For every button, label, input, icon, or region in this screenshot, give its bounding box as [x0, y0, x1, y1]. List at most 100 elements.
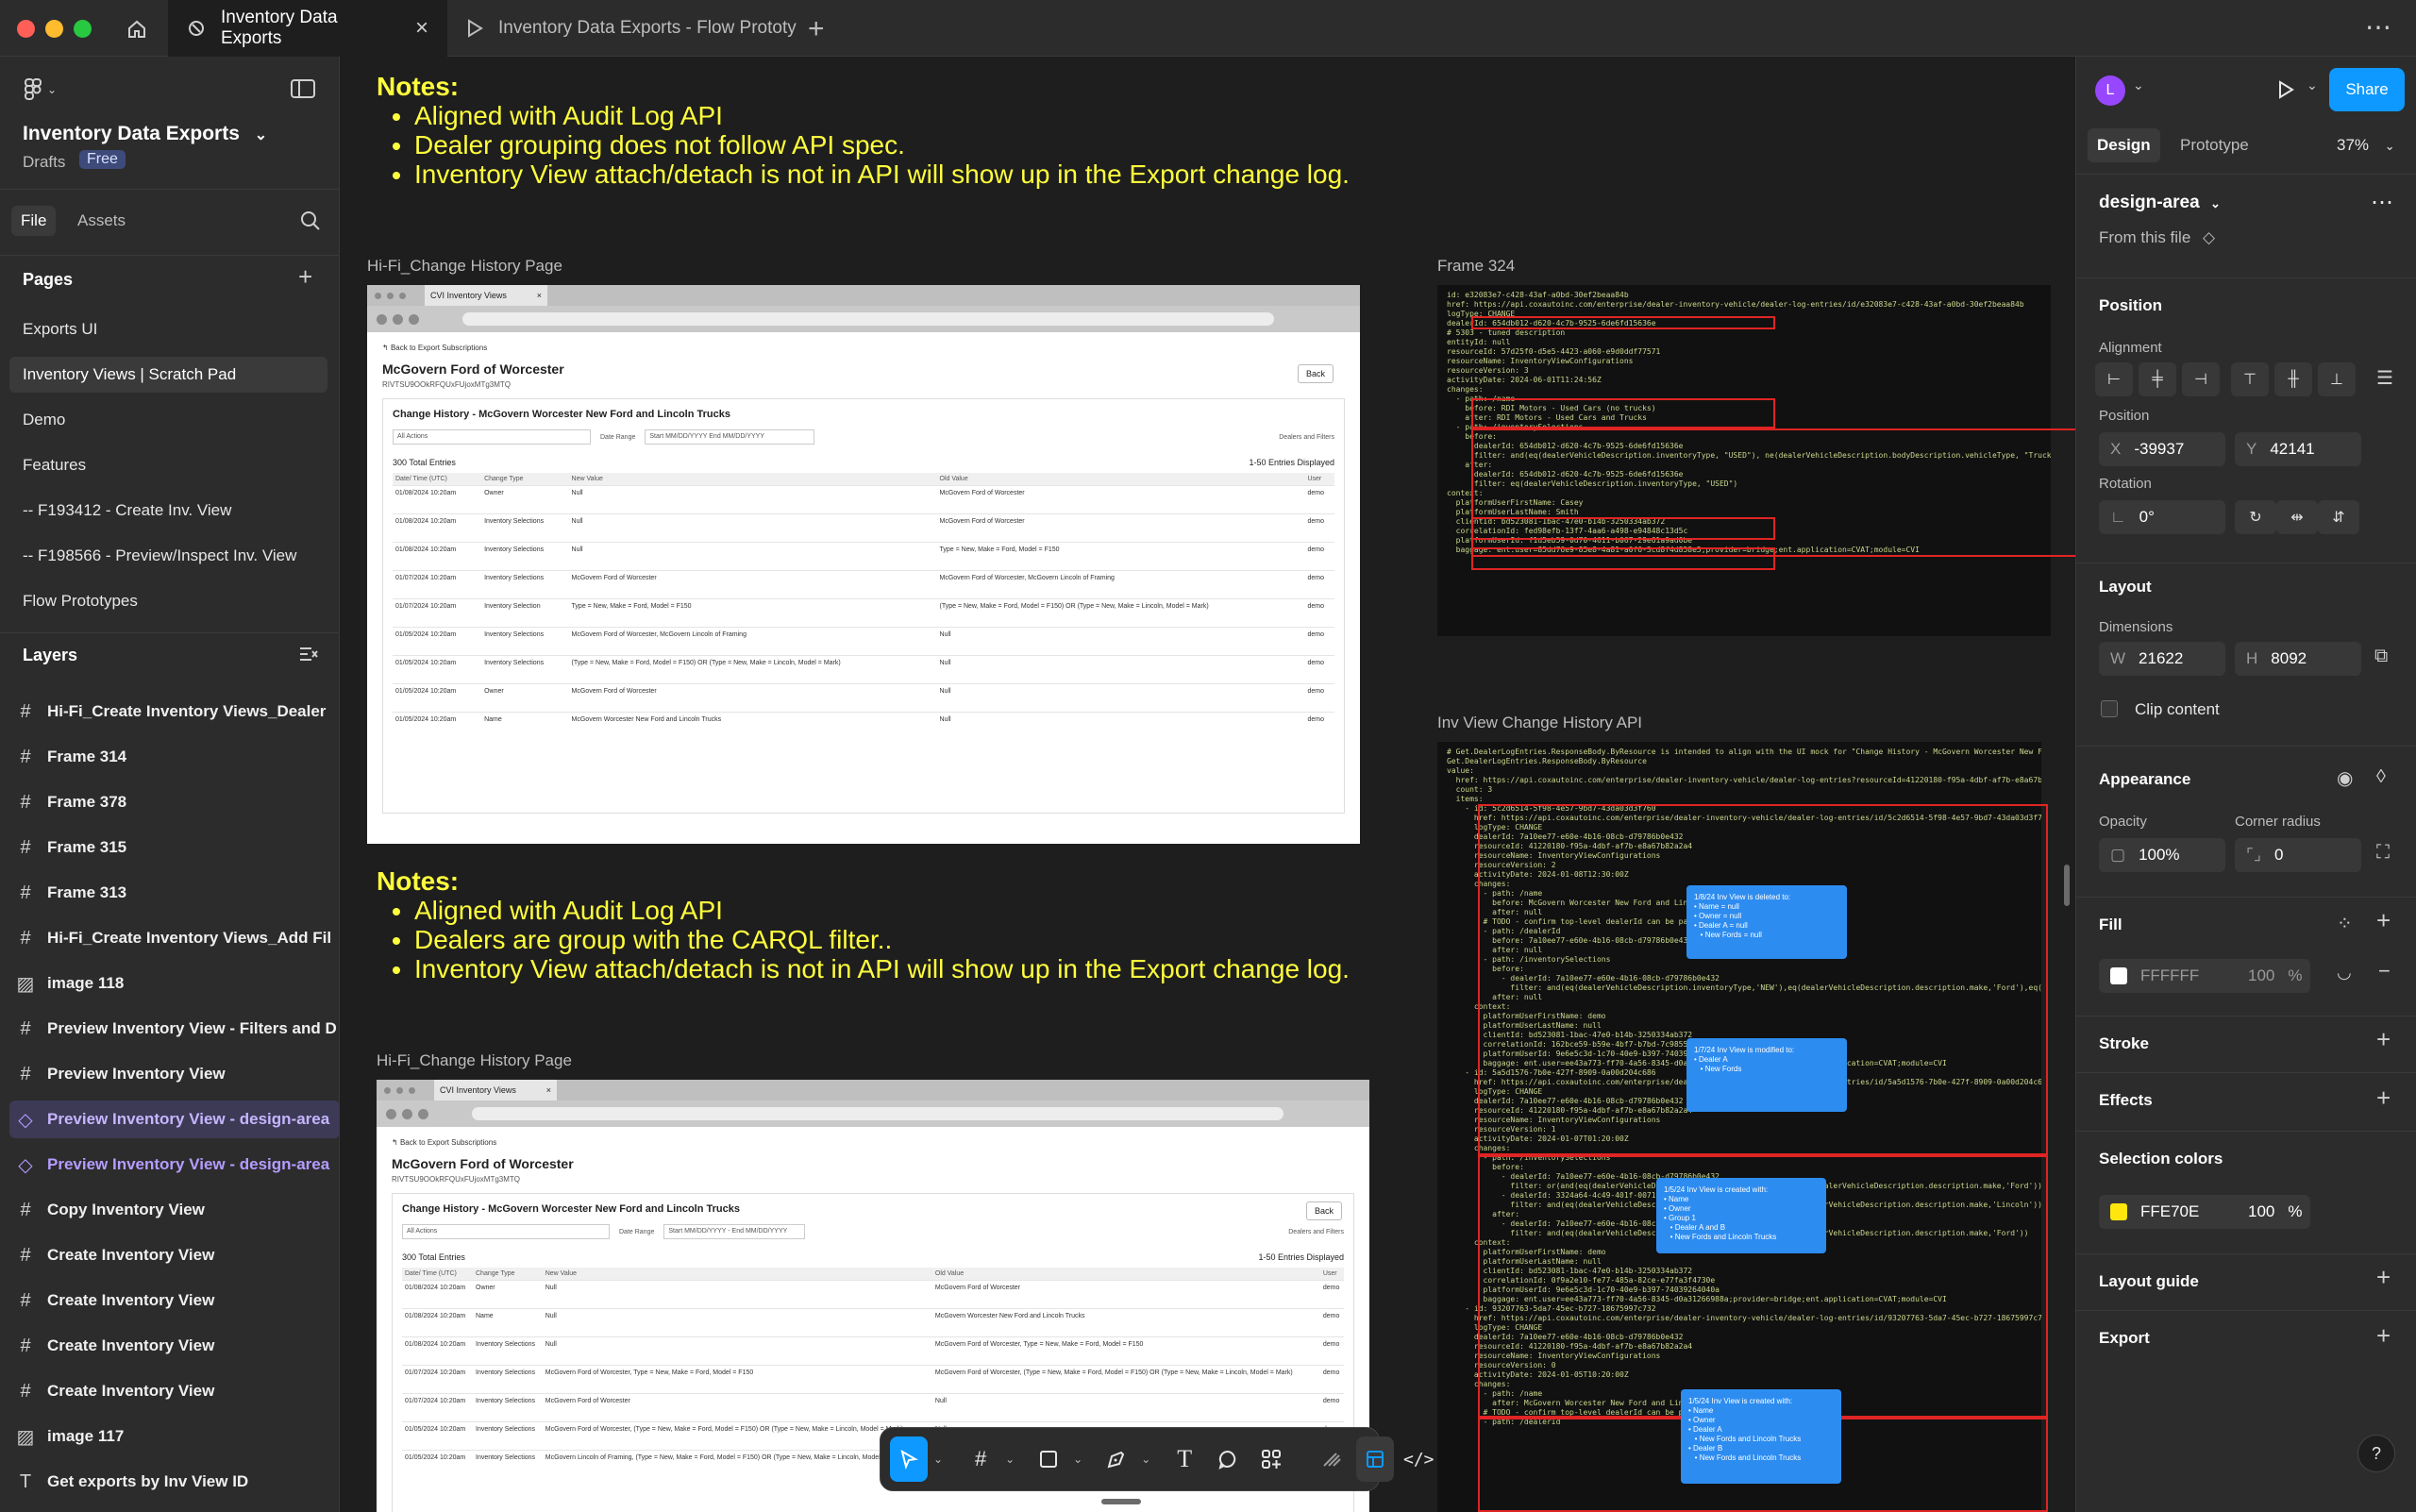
- tab-design[interactable]: Design: [2088, 128, 2160, 162]
- layer-item[interactable]: ▨ image 117: [17, 1418, 338, 1455]
- from-this-file[interactable]: From this file ◇: [2099, 228, 2215, 247]
- home-icon[interactable]: [123, 15, 151, 43]
- visibility-eye-icon[interactable]: ◉: [2337, 766, 2353, 790]
- clip-content-checkbox[interactable]: [2101, 700, 2118, 717]
- new-tab-icon[interactable]: +: [808, 13, 825, 45]
- add-stroke-icon[interactable]: +: [2376, 1025, 2391, 1054]
- layer-item[interactable]: # Preview Inventory View: [17, 1055, 338, 1093]
- horizontal-scrollbar[interactable]: [1101, 1499, 1141, 1504]
- present-play-icon[interactable]: [2276, 79, 2295, 100]
- layer-item[interactable]: ◇ Preview Inventory View - design-area: [17, 1146, 338, 1184]
- component-name[interactable]: design-area ⌄: [2099, 193, 2221, 213]
- add-layout-guide-icon[interactable]: +: [2376, 1263, 2391, 1292]
- tab-file[interactable]: File: [11, 206, 57, 236]
- align-center-h-icon[interactable]: ╪: [2139, 362, 2176, 396]
- tab-inventory-data-exports[interactable]: Inventory Data Exports ×: [168, 0, 447, 57]
- avatar[interactable]: L: [2095, 76, 2125, 106]
- opacity-field[interactable]: ▢ 100%: [2099, 838, 2225, 872]
- comment-tool-icon[interactable]: [1209, 1436, 1247, 1482]
- layer-item[interactable]: T Get exports by Inv View ID: [17, 1463, 338, 1501]
- frame-tool-icon[interactable]: #: [962, 1436, 999, 1482]
- text-tool-icon[interactable]: T: [1166, 1436, 1203, 1482]
- tab-assets[interactable]: Assets: [77, 211, 126, 230]
- independent-corners-icon[interactable]: ⛶: [2376, 842, 2390, 864]
- tab-prototype[interactable]: Prototype: [2180, 136, 2249, 155]
- design-mode-icon[interactable]: [1356, 1436, 1395, 1482]
- distribute-icon[interactable]: ☰: [2376, 366, 2393, 390]
- actions-tool-icon[interactable]: [1252, 1436, 1290, 1482]
- align-middle-v-icon[interactable]: ╫: [2274, 362, 2312, 396]
- y-field[interactable]: Y 42141: [2235, 432, 2361, 466]
- add-effect-icon[interactable]: +: [2376, 1084, 2391, 1113]
- project-title[interactable]: Inventory Data Exports ⌄: [23, 123, 267, 145]
- draw-mode-icon[interactable]: [1313, 1436, 1351, 1482]
- frame-label-hifi-1[interactable]: Hi-Fi_Change History Page: [367, 257, 562, 276]
- layer-item[interactable]: ▨ image 118: [17, 965, 338, 1002]
- height-field[interactable]: H 8092: [2235, 642, 2361, 676]
- page-item-selected[interactable]: Inventory Views | Scratch Pad: [9, 357, 327, 393]
- page-item[interactable]: Flow Prototypes: [9, 583, 327, 619]
- drafts-label[interactable]: Drafts: [23, 153, 65, 172]
- align-left-icon[interactable]: ⊢: [2095, 362, 2133, 396]
- close-tab-icon[interactable]: ×: [415, 15, 428, 42]
- tab-flow-prototype[interactable]: Inventory Data Exports - Flow Prototy: [447, 0, 797, 57]
- selection-color-field[interactable]: FFE70E 100 %: [2099, 1195, 2310, 1229]
- flip-vertical-icon[interactable]: ⇵: [2318, 500, 2359, 534]
- remove-fill-icon[interactable]: −: [2378, 959, 2391, 983]
- rectangle-tool-icon[interactable]: [1030, 1436, 1067, 1482]
- blend-mode-icon[interactable]: ◊: [2376, 766, 2386, 788]
- page-item[interactable]: -- F193412 - Create Inv. View: [9, 493, 327, 529]
- add-fill-icon[interactable]: +: [2376, 906, 2391, 935]
- fill-field[interactable]: FFFFFF 100 %: [2099, 959, 2310, 993]
- frame-label-frame-324[interactable]: Frame 324: [1437, 257, 1515, 276]
- layer-item[interactable]: # Create Inventory View: [17, 1372, 338, 1410]
- chevron-down-icon[interactable]: ⌄: [1073, 1453, 1082, 1466]
- layer-item[interactable]: ◇ Preview Inventory View - design-area: [9, 1100, 340, 1138]
- chevron-down-icon[interactable]: ⌄: [933, 1453, 943, 1466]
- share-button[interactable]: Share: [2329, 68, 2405, 111]
- pen-tool-icon[interactable]: [1098, 1436, 1135, 1482]
- dev-mode-icon[interactable]: </>: [1400, 1436, 1437, 1482]
- close-window-button[interactable]: [17, 20, 35, 38]
- page-item[interactable]: -- F198566 - Preview/Inspect Inv. View: [9, 538, 327, 574]
- page-item[interactable]: Demo: [9, 402, 327, 438]
- x-field[interactable]: X -39937: [2099, 432, 2225, 466]
- styles-grid-icon[interactable]: ⁘: [2337, 912, 2353, 935]
- zoom-window-button[interactable]: [74, 20, 92, 38]
- frame-label-hifi-2[interactable]: Hi-Fi_Change History Page: [377, 1051, 572, 1070]
- add-page-icon[interactable]: +: [298, 262, 312, 292]
- main-menu-icon[interactable]: ⌄: [23, 77, 57, 102]
- help-button[interactable]: ?: [2357, 1435, 2395, 1472]
- layer-item[interactable]: # Frame 313: [17, 874, 338, 912]
- layer-item[interactable]: # Create Inventory View: [17, 1236, 338, 1274]
- rotate-icon[interactable]: ↻: [2235, 500, 2276, 534]
- zoom-level[interactable]: 37% ⌄: [2337, 136, 2395, 155]
- add-export-icon[interactable]: +: [2376, 1321, 2391, 1351]
- layer-item[interactable]: # Create Inventory View: [17, 1327, 338, 1365]
- layer-item[interactable]: # Copy Inventory View: [17, 1191, 338, 1229]
- move-tool-icon[interactable]: [890, 1436, 928, 1482]
- change-history-frame-1[interactable]: CVI Inventory Views × ↰ Back to Export Su…: [367, 285, 1360, 844]
- chevron-down-icon[interactable]: ⌄: [2307, 77, 2318, 93]
- more-menu-icon[interactable]: ⋯: [2365, 11, 2392, 42]
- chevron-down-icon[interactable]: ⌄: [1141, 1453, 1150, 1466]
- minimize-window-button[interactable]: [45, 20, 63, 38]
- layer-item[interactable]: # Create Inventory View: [17, 1282, 338, 1319]
- vertical-scrollbar[interactable]: [2064, 865, 2070, 906]
- design-canvas[interactable]: Notes: Aligned with Audit Log API Dealer…: [341, 57, 2075, 1512]
- chevron-down-icon[interactable]: ⌄: [1005, 1453, 1015, 1466]
- align-right-icon[interactable]: ⊣: [2182, 362, 2220, 396]
- search-icon[interactable]: [300, 210, 321, 231]
- page-item[interactable]: Features: [9, 447, 327, 483]
- resize-to-fit-icon[interactable]: ⧉: [2374, 646, 2388, 667]
- width-field[interactable]: W 21622: [2099, 642, 2225, 676]
- hide-fill-icon[interactable]: ◡: [2337, 963, 2352, 983]
- toggle-sidebar-icon[interactable]: [291, 79, 315, 98]
- more-options-icon[interactable]: ⋯: [2371, 189, 2393, 216]
- collapse-layers-icon[interactable]: [298, 644, 319, 664]
- layer-item[interactable]: # Frame 314: [17, 738, 338, 776]
- layer-item[interactable]: # Frame 378: [17, 783, 338, 821]
- layer-item[interactable]: # Preview Inventory View - Filters and D: [17, 1010, 338, 1048]
- page-item[interactable]: Exports UI: [9, 311, 327, 347]
- rotation-field[interactable]: ∟ 0°: [2099, 500, 2225, 534]
